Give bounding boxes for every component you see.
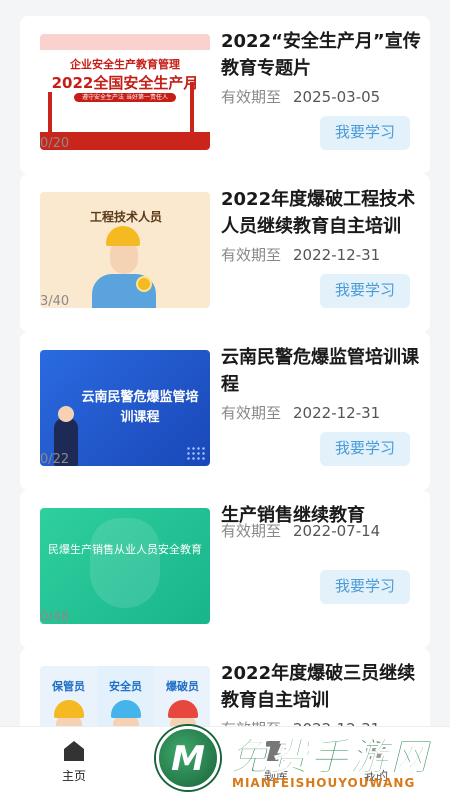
thumbnail-text: 云南民警危爆监管培训课程 bbox=[81, 390, 199, 425]
thumbnail-headline: 2022全国安全生产月 bbox=[51, 74, 199, 92]
shield-icon bbox=[90, 518, 160, 608]
course-card[interactable]: 工程技术人员 2022年度爆破工程技术人员继续教育自主培训 有效期至 2022-1… bbox=[20, 174, 430, 332]
thumbnail-text: 民爆生产销售从业人员安全教育 bbox=[48, 543, 202, 556]
course-progress: 3/40 bbox=[40, 294, 70, 309]
crane-graphic bbox=[190, 82, 194, 132]
course-title[interactable]: 2022年度爆破三员继续教育自主培训 bbox=[221, 660, 421, 714]
worker-face bbox=[110, 242, 138, 274]
watermark-logo: 免费手游网 MIANFEISHOUYOUWANG bbox=[152, 720, 448, 800]
validity-label: 有效期至 bbox=[221, 522, 282, 540]
course-list: 企业安全生产教育管理 2022全国安全生产月 遵守安全生产法 当好第一责任人 2… bbox=[20, 16, 430, 800]
course-thumbnail[interactable]: 云南民警危爆监管培训课程 bbox=[40, 350, 210, 466]
thumbnail-line: 企业安全生产教育管理 bbox=[70, 58, 180, 71]
start-learning-button[interactable]: 我要学习 bbox=[320, 116, 410, 150]
helmet-icon bbox=[111, 700, 141, 718]
dot-pattern bbox=[186, 446, 206, 460]
course-title[interactable]: 2022年度爆破工程技术人员继续教育自主培训 bbox=[221, 186, 421, 240]
validity: 有效期至 2022-07-14 bbox=[221, 520, 380, 541]
helmet-icon bbox=[106, 226, 140, 246]
watermark-emblem-icon bbox=[156, 726, 220, 790]
nav-home-label: 主页 bbox=[61, 769, 86, 783]
thumbnail-slogan: 遵守安全生产法 当好第一责任人 bbox=[40, 92, 210, 102]
validity-date: 2022-12-31 bbox=[293, 246, 381, 264]
home-icon bbox=[64, 741, 84, 761]
helmet-icon bbox=[168, 700, 198, 718]
watermark-subtitle: MIANFEISHOUYOUWANG bbox=[232, 776, 416, 790]
role-label: 保管员 bbox=[52, 680, 85, 693]
start-learning-button[interactable]: 我要学习 bbox=[320, 432, 410, 466]
course-card[interactable]: 民爆生产销售从业人员安全教育 生产销售继续教育 有效期至 2022-07-14 0… bbox=[20, 490, 430, 648]
course-progress: 0/48 bbox=[40, 610, 70, 625]
course-progress: 0/20 bbox=[40, 136, 70, 151]
start-learning-button[interactable]: 我要学习 bbox=[320, 570, 410, 604]
validity-label: 有效期至 bbox=[221, 246, 282, 264]
thumbnail-banner-top bbox=[40, 34, 210, 50]
validity-label: 有效期至 bbox=[221, 88, 282, 106]
course-thumbnail[interactable]: 民爆生产销售从业人员安全教育 bbox=[40, 508, 210, 624]
role-label: 爆破员 bbox=[166, 680, 199, 693]
validity: 有效期至 2022-12-31 bbox=[221, 244, 380, 265]
crane-graphic bbox=[48, 92, 52, 132]
watermark-title: 免费手游网 bbox=[229, 735, 431, 780]
course-thumbnail[interactable]: 工程技术人员 bbox=[40, 192, 210, 308]
course-title[interactable]: 2022“安全生产月”宣传教育专题片 bbox=[221, 28, 421, 82]
course-card[interactable]: 企业安全生产教育管理 2022全国安全生产月 遵守安全生产法 当好第一责任人 2… bbox=[20, 16, 430, 174]
nav-home[interactable]: 主页 bbox=[44, 741, 104, 784]
helmet-icon bbox=[54, 700, 84, 718]
thumbnail-slogan-text: 遵守安全生产法 当好第一责任人 bbox=[74, 93, 176, 102]
course-progress: 0/22 bbox=[40, 452, 70, 467]
course-card[interactable]: 云南民警危爆监管培训课程 云南民警危爆监管培训课程 有效期至 2022-12-31… bbox=[20, 332, 430, 490]
course-title[interactable]: 云南民警危爆监管培训课程 bbox=[221, 344, 421, 398]
coin-icon bbox=[136, 276, 152, 292]
validity-label: 有效期至 bbox=[221, 404, 282, 422]
role-label: 安全员 bbox=[109, 680, 142, 693]
validity: 有效期至 2025-03-05 bbox=[221, 86, 380, 107]
thumbnail-label: 工程技术人员 bbox=[90, 210, 163, 224]
validity-date: 2025-03-05 bbox=[293, 88, 381, 106]
course-thumbnail[interactable]: 企业安全生产教育管理 2022全国安全生产月 遵守安全生产法 当好第一责任人 bbox=[40, 34, 210, 150]
start-learning-button[interactable]: 我要学习 bbox=[320, 274, 410, 308]
validity: 有效期至 2022-12-31 bbox=[221, 402, 380, 423]
validity-date: 2022-07-14 bbox=[293, 522, 381, 540]
validity-date: 2022-12-31 bbox=[293, 404, 381, 422]
